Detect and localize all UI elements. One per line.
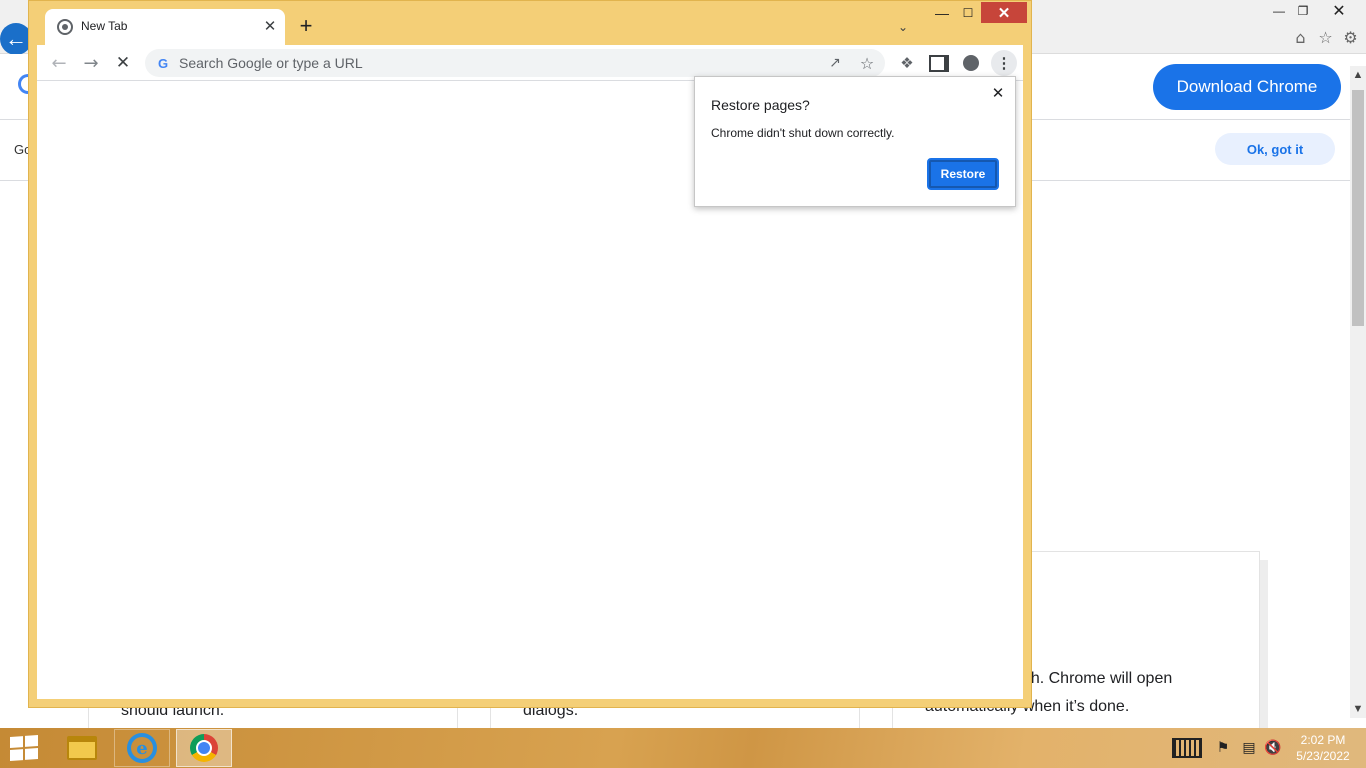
- scroll-thumb[interactable]: [1352, 90, 1364, 326]
- dialog-title: Restore pages?: [711, 97, 810, 113]
- card-shadow: [1260, 560, 1268, 730]
- forward-arrow-icon[interactable]: →: [77, 49, 105, 77]
- tab-close-icon[interactable]: ✕: [261, 17, 279, 35]
- tab-title: New Tab: [81, 19, 128, 33]
- page-scrollbar[interactable]: ▲ ▼: [1350, 66, 1366, 718]
- ie-toolbar-icons: ⌂ ☆ ⚙: [1291, 28, 1360, 47]
- dialog-message: Chrome didn't shut down correctly.: [711, 126, 895, 140]
- back-arrow-icon[interactable]: ←: [45, 49, 73, 77]
- address-bar-input[interactable]: [179, 53, 799, 73]
- restore-button[interactable]: Restore: [927, 158, 999, 190]
- windows-start-icon[interactable]: [10, 735, 38, 761]
- new-tab-favicon-icon: [57, 19, 73, 35]
- network-icon[interactable]: ▤: [1238, 736, 1260, 760]
- bookmark-star-icon[interactable]: ☆: [857, 53, 877, 73]
- download-chrome-button[interactable]: Download Chrome: [1153, 64, 1341, 110]
- side-panel-icon[interactable]: [927, 51, 951, 75]
- tab-new-tab[interactable]: New Tab ✕: [45, 9, 285, 45]
- settings-gear-icon[interactable]: ⚙: [1341, 28, 1360, 47]
- system-clock[interactable]: 2:02 PM 5/23/2022: [1290, 732, 1356, 764]
- chrome-taskbar-icon[interactable]: [176, 729, 232, 767]
- new-tab-plus-icon[interactable]: +: [295, 13, 317, 38]
- restore-pages-dialog: Restore pages? Chrome didn't shut down c…: [694, 76, 1016, 207]
- google-g-icon: G: [157, 55, 169, 71]
- ie-close-button[interactable]: ✕: [1328, 2, 1350, 20]
- ie-restore-button[interactable]: ❐: [1292, 2, 1314, 20]
- dialog-close-icon[interactable]: ✕: [989, 84, 1007, 102]
- touch-keyboard-icon[interactable]: [1172, 736, 1202, 760]
- ok-got-it-button[interactable]: Ok, got it: [1215, 133, 1335, 165]
- home-icon[interactable]: ⌂: [1291, 28, 1310, 47]
- windows-taskbar: e ⚑ ▤ 🔇 2:02 PM 5/23/2022: [0, 728, 1366, 768]
- stop-loading-icon[interactable]: ✕: [109, 49, 137, 77]
- chrome-maximize-button[interactable]: ☐: [957, 5, 979, 21]
- internet-explorer-taskbar-icon[interactable]: e: [114, 729, 170, 767]
- chrome-menu-kebab-icon[interactable]: ⋮: [991, 50, 1017, 76]
- favorites-star-icon[interactable]: ☆: [1316, 28, 1335, 47]
- tab-search-chevron-icon[interactable]: ⌄: [893, 17, 913, 37]
- file-explorer-taskbar-icon[interactable]: [54, 729, 110, 767]
- scroll-down-icon[interactable]: ▼: [1350, 700, 1366, 718]
- ie-minimize-button[interactable]: —: [1268, 2, 1290, 20]
- clock-date: 5/23/2022: [1296, 749, 1350, 763]
- profile-avatar-icon[interactable]: [959, 51, 983, 75]
- chrome-close-button[interactable]: ✕: [981, 2, 1027, 23]
- clock-time: 2:02 PM: [1300, 733, 1346, 747]
- extensions-puzzle-icon[interactable]: ❖: [895, 51, 919, 75]
- chrome-minimize-button[interactable]: —: [931, 5, 953, 21]
- action-center-flag-icon[interactable]: ⚑: [1212, 736, 1234, 760]
- scroll-up-icon[interactable]: ▲: [1350, 66, 1366, 84]
- omnibox[interactable]: G ↗ ☆: [145, 49, 885, 77]
- share-icon[interactable]: ↗: [825, 53, 845, 73]
- volume-muted-icon[interactable]: 🔇: [1262, 736, 1284, 760]
- tab-strip: New Tab ✕ + ⌄ — ☐ ✕: [29, 1, 1031, 45]
